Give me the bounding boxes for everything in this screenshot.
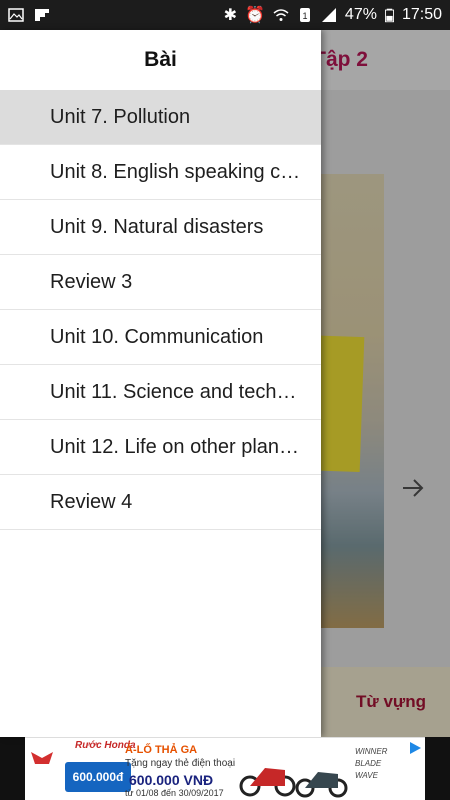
- lesson-item-unit-8[interactable]: Unit 8. English speaking countries: [0, 145, 321, 200]
- lesson-item-unit-11[interactable]: Unit 11. Science and technology: [0, 365, 321, 420]
- gallery-icon: [8, 8, 24, 22]
- lesson-item-label: Unit 9. Natural disasters: [50, 215, 264, 238]
- drawer-title: Bài: [144, 48, 177, 71]
- drawer-header: Bài: [0, 30, 321, 90]
- alarm-icon: ⏰: [245, 7, 265, 24]
- ad-price-badge: 600.000đ: [65, 762, 131, 792]
- ad-model-name: WINNER: [355, 747, 388, 756]
- clock: 17:50: [401, 6, 442, 23]
- lesson-item-label: Review 3: [50, 270, 133, 293]
- lesson-item-unit-10[interactable]: Unit 10. Communication: [0, 310, 321, 365]
- signal-icon: [321, 8, 336, 22]
- lesson-item-label: Review 4: [50, 490, 133, 513]
- ad-models: WINNER BLADE WAVE: [355, 746, 387, 782]
- status-bar: ✱ ⏰ 1 47% 17:50: [0, 0, 450, 30]
- ad-price: 600.000 VNĐ: [129, 772, 214, 788]
- ad-model-name: BLADE: [355, 759, 382, 768]
- lesson-item-unit-9[interactable]: Unit 9. Natural disasters: [0, 200, 321, 255]
- svg-text:1: 1: [302, 11, 307, 21]
- navigation-drawer: Bài Unit 7. Pollution Unit 8. English sp…: [0, 30, 321, 737]
- lesson-item-unit-7[interactable]: Unit 7. Pollution: [0, 90, 321, 145]
- battery-icon: [384, 8, 394, 23]
- lesson-item-label: Unit 12. Life on other planets: [50, 435, 303, 458]
- lesson-item-review-4[interactable]: Review 4: [0, 475, 321, 530]
- ad-date: từ 01/08 đến 30/09/2017: [125, 788, 224, 798]
- adchoices-icon[interactable]: [407, 740, 423, 756]
- ad-banner[interactable]: Rước Honda 600.000đ Á-LỐ THẢ GA Tặng nga…: [25, 737, 425, 800]
- bluetooth-icon: ✱: [223, 7, 237, 24]
- honda-logo-icon: [31, 752, 53, 764]
- flipboard-icon: [35, 9, 49, 21]
- lesson-item-label: Unit 10. Communication: [50, 325, 264, 348]
- lesson-item-label: Unit 7. Pollution: [50, 105, 191, 128]
- lesson-item-label: Unit 11. Science and technology: [50, 380, 303, 403]
- sim-icon: 1: [299, 8, 310, 22]
- battery-percent: 47%: [344, 6, 377, 23]
- ad-promo: Á-LỐ THẢ GA: [125, 744, 198, 756]
- lesson-item-unit-12[interactable]: Unit 12. Life on other planets: [0, 420, 321, 475]
- motorbike-icon: [239, 768, 348, 798]
- ad-offer: Tặng ngay thẻ điện thoại: [125, 758, 236, 769]
- lesson-item-review-3[interactable]: Review 3: [0, 255, 321, 310]
- lesson-list: Unit 7. Pollution Unit 8. English speaki…: [0, 90, 321, 530]
- wifi-icon: [273, 9, 289, 21]
- ad-model-name: WAVE: [355, 771, 378, 780]
- lesson-item-label: Unit 8. English speaking countries: [50, 160, 303, 183]
